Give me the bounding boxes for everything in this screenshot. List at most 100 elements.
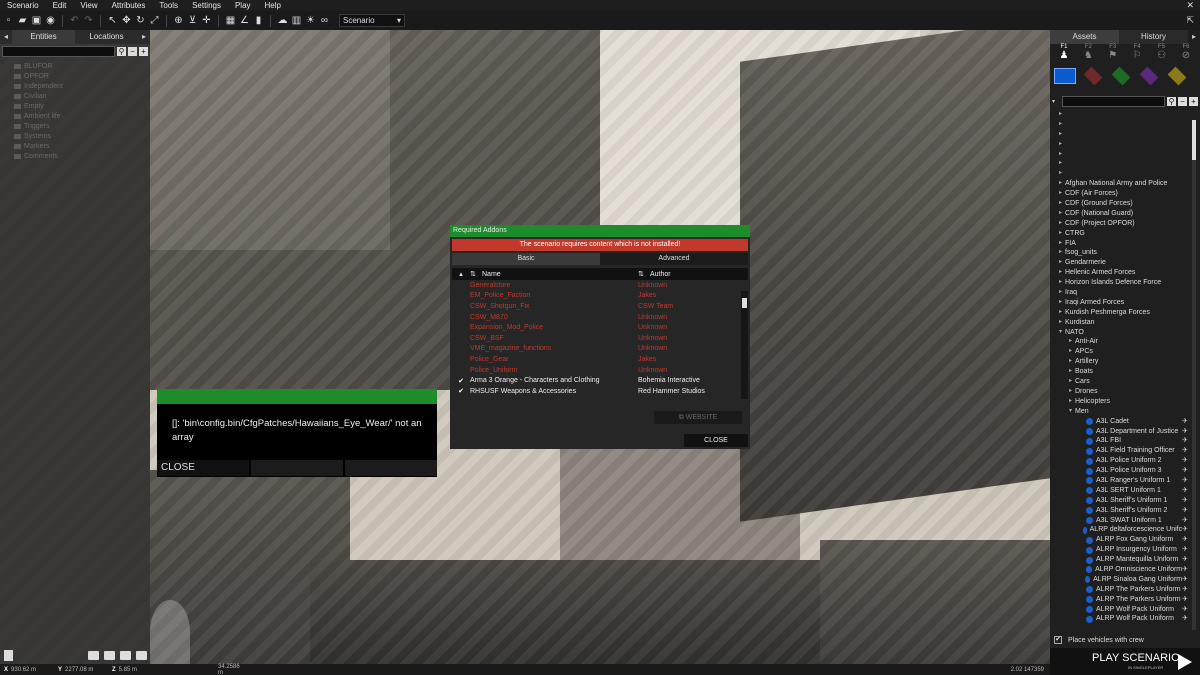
chevron-right-icon[interactable]: ▸ [1056,169,1065,179]
assets-scrollbar[interactable] [1192,120,1196,630]
category-groups[interactable]: F2 ♞ [1078,44,1098,66]
error-button-empty[interactable] [251,460,343,476]
tab-advanced[interactable]: Advanced [600,253,748,265]
unit-item[interactable]: ALRP Fox Gang Uniform ✈ [1050,535,1190,545]
assets-search-input[interactable] [1062,95,1165,107]
group-item[interactable]: ▸ Anti-Air [1050,337,1190,347]
collapsed-faction-row[interactable]: ▸ [1050,159,1190,169]
unit-item[interactable]: A3L Sheriff's Uniform 2 ✈ [1050,506,1190,516]
chevron-right-icon[interactable]: ▸ [1066,347,1075,357]
chevron-right-icon[interactable]: ▸ [1056,318,1065,328]
unit-item[interactable]: A3L Sheriff's Uniform 1 ✈ [1050,496,1190,506]
addon-row[interactable]: EM_Police_Faction Jakes [452,291,739,302]
collapse-left-icon[interactable]: ◂ [0,30,12,44]
sort-icon[interactable]: ▾ [1052,98,1060,105]
tree-item[interactable]: Independent [0,81,150,91]
chevron-right-icon[interactable]: ▸ [1066,377,1075,387]
chevron-right-icon[interactable]: ▸ [1056,110,1065,120]
chevron-right-icon[interactable]: ▸ [1056,248,1065,258]
chevron-right-icon[interactable]: ▸ [1056,159,1065,169]
faction-item[interactable]: ▸ Iraqi Armed Forces [1050,298,1190,308]
tab-history[interactable]: History [1119,30,1188,44]
entities-search-input[interactable] [2,45,115,57]
chevron-right-icon[interactable]: ▸ [1056,199,1065,209]
unit-item[interactable]: A3L FBI ✈ [1050,436,1190,446]
faction-item[interactable]: ▸ CDF (National Guard) [1050,209,1190,219]
unit-item[interactable]: ALRP Wolf Pack Uniform ✈ [1050,605,1190,615]
trash-icon[interactable] [4,650,13,661]
unit-item[interactable]: ALRP deltaforcescience Unifc ✈ [1050,525,1190,535]
chevron-right-icon[interactable]: ▸ [1056,140,1065,150]
chevron-down-icon[interactable]: ▾ [1056,328,1065,338]
faction-item[interactable]: ▸ Kurdish Peshmerga Forces [1050,308,1190,318]
addon-row[interactable]: ✔ RHSUSF Weapons & Accessories Red Hammer … [452,386,739,397]
search-icon[interactable]: ⚲ [117,46,126,56]
menu-settings[interactable]: Settings [185,1,228,10]
tab-basic[interactable]: Basic [452,253,600,265]
addon-row[interactable]: VME_magazine_functions Unknown [452,344,739,355]
side-independent[interactable] [1111,66,1131,86]
chevron-right-icon[interactable]: ▸ [1056,268,1065,278]
unit-item[interactable]: A3L Police Uniform 3 ✈ [1050,466,1190,476]
menu-tools[interactable]: Tools [152,1,185,10]
chevron-right-icon[interactable]: ▸ [1056,229,1065,239]
unit-item[interactable]: ALRP The Parkers Uniform ✈ [1050,595,1190,605]
faction-item[interactable]: ▸ CDF (Ground Forces) [1050,199,1190,209]
addon-row[interactable]: Police_Gear Jakes [452,354,739,365]
export-icon[interactable]: ⇱ [1186,15,1200,26]
addons-scrollbar[interactable] [741,291,748,399]
search-icon[interactable]: ⚲ [1167,96,1176,106]
addon-row[interactable]: CSW_Shotgun_Fix CSW Team [452,301,739,312]
menu-attributes[interactable]: Attributes [105,1,153,10]
sort-author-icon[interactable]: ⇅ [638,270,650,278]
group-item[interactable]: ▸ Boats [1050,367,1190,377]
unit-item[interactable]: A3L Field Training Officer ✈ [1050,446,1190,456]
tree-item[interactable]: OPFOR [0,71,150,81]
unit-item[interactable]: A3L Police Uniform 2 ✈ [1050,456,1190,466]
unit-item[interactable]: A3L Cadet ✈ [1050,417,1190,427]
rotate-icon[interactable]: ↻ [135,15,146,26]
chevron-right-icon[interactable]: ▸ [1056,150,1065,160]
redo-icon[interactable]: ↷ [83,15,94,26]
addon-row[interactable]: Generalstore Unknown [452,280,739,291]
snap-icon[interactable]: ✛ [201,15,212,26]
chevron-right-icon[interactable]: ▸ [1056,209,1065,219]
expand-left-icon[interactable]: ▸ [138,30,150,44]
time-icon[interactable]: ☀ [305,15,316,26]
faction-item[interactable]: ▸ Horizon Islands Defence Force [1050,278,1190,288]
faction-item[interactable]: ▸ CDF (Air Forces) [1050,189,1190,199]
save-as-icon[interactable]: ◉ [45,15,56,26]
place-vehicles-checkbox[interactable]: ✔ [1054,636,1062,644]
tree-item[interactable]: Markers [0,141,150,151]
tree-item[interactable]: Comments [0,151,150,161]
scrollbar-thumb[interactable] [1192,120,1196,160]
chevron-right-icon[interactable]: ▸ [1056,278,1065,288]
tree-item[interactable]: Ambient life [0,111,150,121]
faction-item[interactable]: ▾ NATO [1050,328,1190,338]
chevron-right-icon[interactable]: ▸ [1056,189,1065,199]
tree-item[interactable]: BLUFOR [0,61,150,71]
chevron-right-icon[interactable]: ▸ [1066,397,1075,407]
unit-item[interactable]: ALRP Wolf Pack Uniform ✈ [1050,614,1190,624]
menu-edit[interactable]: Edit [46,1,74,10]
weather-icon[interactable]: ☁ [277,15,288,26]
scale-icon[interactable]: ⤢ [149,15,160,26]
tree-item[interactable]: Triggers [0,121,150,131]
group-item[interactable]: ▾ Men [1050,407,1190,417]
screenshot-icon[interactable] [136,651,147,660]
expand-all-icon[interactable]: + [1189,96,1198,106]
side-blufor[interactable] [1054,68,1076,84]
error-button-empty[interactable] [345,460,437,476]
tree-item[interactable]: Civilian [0,91,150,101]
faction-item[interactable]: ▸ Hellenic Armed Forces [1050,268,1190,278]
faction-item[interactable]: ▸ Afghan National Army and Police [1050,179,1190,189]
collapse-all-icon[interactable]: − [1178,96,1187,106]
category-modules[interactable]: F3 ⚑ [1103,44,1123,66]
unit-item[interactable]: A3L SERT Uniform 1 ✈ [1050,486,1190,496]
addon-row[interactable]: Police_Uniform Unknown [452,365,739,376]
menu-scenario[interactable]: Scenario [0,1,46,10]
chevron-right-icon[interactable]: ▸ [1056,179,1065,189]
undo-icon[interactable]: ↶ [69,15,80,26]
unit-item[interactable]: A3L Department of Justice ✈ [1050,427,1190,437]
close-icon[interactable]: ✕ [1186,0,1200,11]
